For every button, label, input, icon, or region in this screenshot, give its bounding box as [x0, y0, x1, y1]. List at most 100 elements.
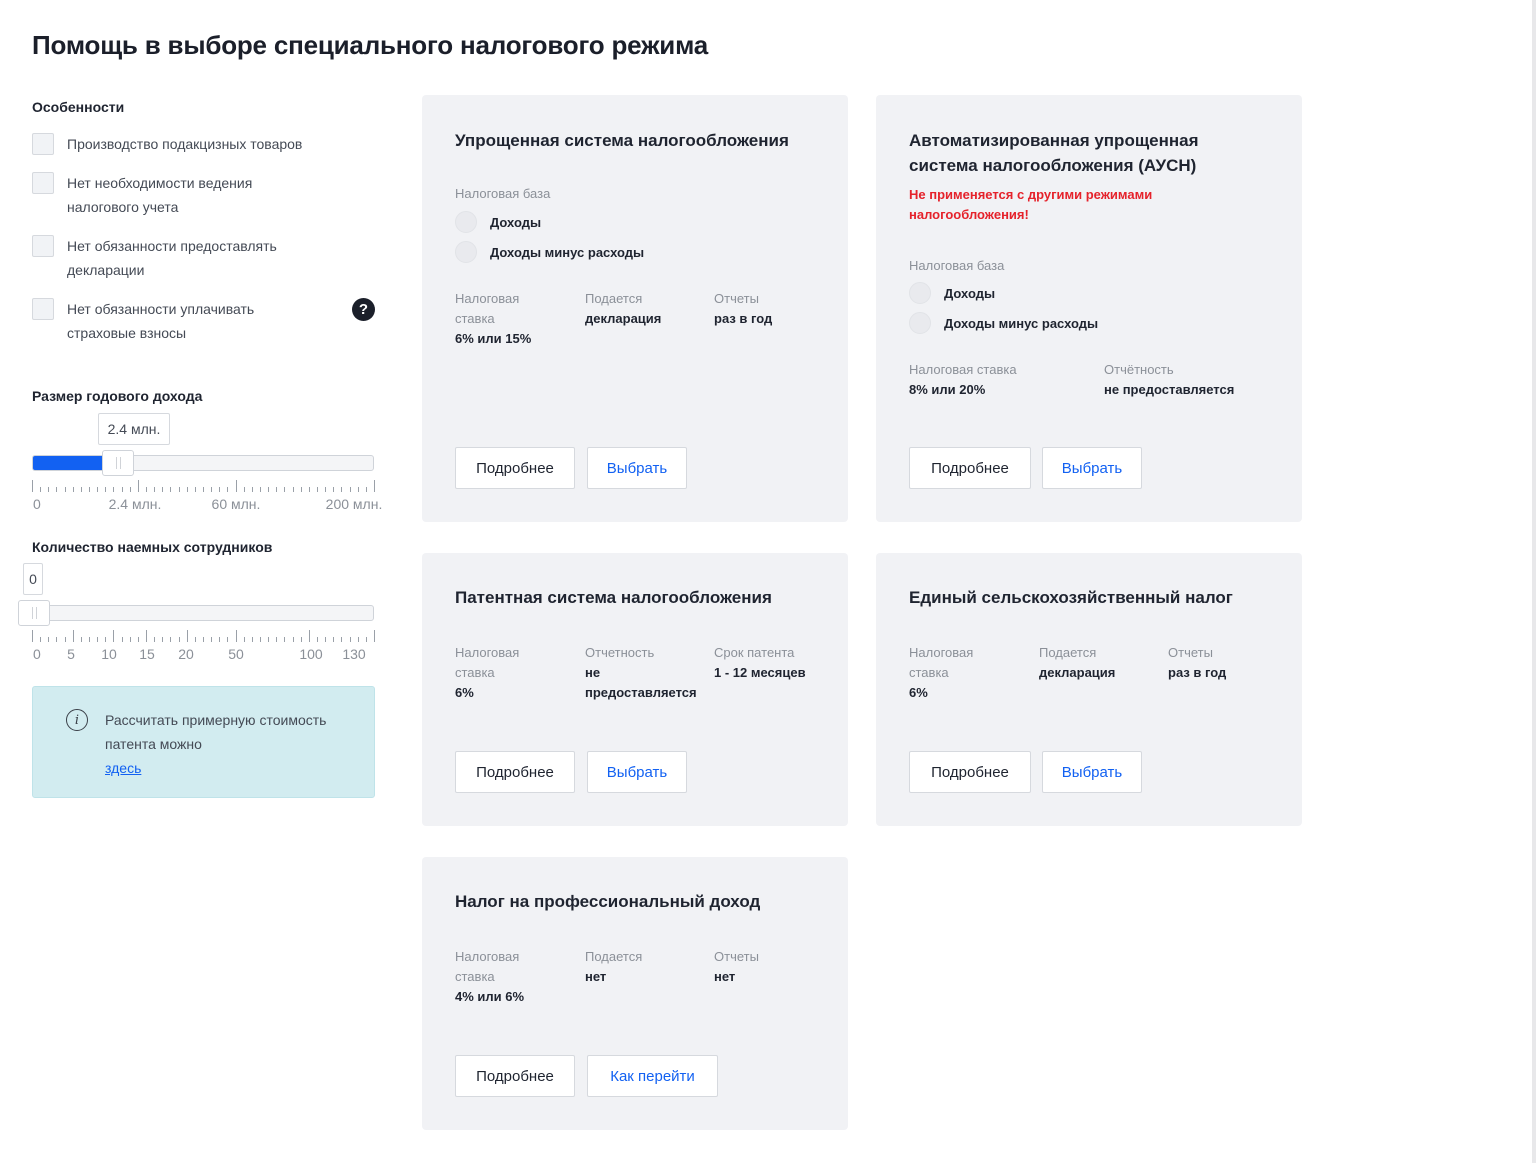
tick-mark — [219, 637, 220, 642]
tick-mark — [122, 637, 123, 642]
feature-no-insurance[interactable]: Нет обязанности уплачивать страховые взн… — [32, 298, 297, 345]
patent-calculator-link[interactable]: здесь — [105, 756, 355, 780]
option-income[interactable]: Доходы — [455, 211, 541, 233]
tick-label: 130 — [342, 646, 366, 662]
info-message: Рассчитать примерную стоимость патента м… — [105, 712, 327, 752]
tick-label: 60 млн. — [211, 496, 261, 512]
option-income-minus-expenses[interactable]: Доходы минус расходы — [455, 241, 644, 263]
tick-label: 15 — [139, 646, 155, 662]
tick-mark — [113, 487, 114, 492]
details-button[interactable]: Подробнее — [455, 447, 575, 489]
card-psn: Патентная система налогообложения Налого… — [422, 553, 848, 826]
tick-mark — [130, 487, 131, 492]
card-title: Патентная система налогообложения — [455, 588, 772, 607]
option-label: Доходы — [490, 214, 542, 230]
tick-mark — [32, 630, 33, 642]
checkbox[interactable] — [32, 298, 54, 320]
tick-mark — [81, 637, 82, 642]
employees-slider-thumb[interactable] — [18, 600, 50, 626]
checkbox[interactable] — [32, 235, 54, 257]
select-button[interactable]: Выбрать — [587, 751, 687, 793]
detail-rate: Налоговая ставка 6% или 15% — [455, 291, 532, 346]
tick-mark — [65, 637, 66, 642]
tick-label: 0 — [33, 496, 41, 512]
page-title: Помощь в выборе специального налогового … — [32, 30, 709, 60]
details-button[interactable]: Подробнее — [455, 751, 575, 793]
tick-label: 50 — [228, 646, 244, 662]
details-button[interactable]: Подробнее — [909, 751, 1031, 793]
details-button[interactable]: Подробнее — [909, 447, 1031, 489]
option-income-minus-expenses[interactable]: Доходы минус расходы — [909, 312, 1098, 334]
tick-mark — [97, 637, 98, 642]
income-slider-thumb[interactable] — [102, 450, 134, 476]
card-title: Автоматизированная упрощенная система на… — [909, 131, 1199, 175]
feature-label: Производство подакцизных товаров — [67, 136, 303, 152]
tick-mark — [309, 630, 310, 642]
tick-mark — [195, 637, 196, 642]
feature-label: Нет обязанности предоставлять декларации — [67, 238, 277, 278]
select-button[interactable]: Выбрать — [1042, 751, 1142, 793]
employees-label: Количество наемных сотрудников — [32, 539, 273, 555]
help-icon[interactable]: ? — [352, 298, 375, 321]
tick-mark — [170, 487, 171, 492]
feature-label: Нет обязанности уплачивать страховые взн… — [67, 301, 255, 341]
select-button[interactable]: Выбрать — [1042, 447, 1142, 489]
tick-mark — [203, 637, 204, 642]
tick-mark — [154, 487, 155, 492]
tick-mark — [162, 487, 163, 492]
card-title: Упрощенная система налогообложения — [455, 131, 789, 150]
tick-mark — [146, 487, 147, 492]
detail-rate: Налоговая ставка 6% — [909, 645, 974, 700]
option-label: Доходы — [944, 285, 996, 301]
feature-no-declarations[interactable]: Нет обязанности предоставлять декларации — [32, 235, 327, 282]
tick-mark — [56, 487, 57, 492]
card-title: Налог на профессиональный доход — [455, 892, 761, 911]
feature-excise[interactable]: Производство подакцизных товаров — [32, 133, 357, 156]
feature-no-accounting[interactable]: Нет необходимости ведения налогового уче… — [32, 172, 307, 219]
checkbox[interactable] — [32, 172, 54, 194]
tick-mark — [260, 637, 261, 642]
tick-mark — [333, 487, 334, 492]
tick-mark — [333, 637, 334, 642]
tick-mark — [97, 487, 98, 492]
select-button[interactable]: Выбрать — [587, 447, 687, 489]
tick-mark — [244, 487, 245, 492]
tick-mark — [40, 487, 41, 492]
card-eshn: Единый сельскохозяйственный налог Налого… — [876, 553, 1302, 826]
radio-button[interactable] — [455, 211, 477, 233]
tick-mark — [48, 487, 49, 492]
tick-mark — [358, 487, 359, 492]
tick-mark — [195, 487, 196, 492]
detail-rate: Налоговая ставка 6% — [455, 645, 520, 700]
tick-mark — [244, 637, 245, 642]
income-slider-track[interactable] — [32, 455, 374, 471]
option-income[interactable]: Доходы — [909, 282, 995, 304]
tick-label: 0 — [33, 646, 41, 662]
tick-mark — [73, 630, 74, 642]
detail-reports: Отчеты раз в год — [1168, 645, 1227, 680]
radio-button[interactable] — [909, 312, 931, 334]
tick-mark — [317, 637, 318, 642]
tick-mark — [293, 637, 294, 642]
checkbox[interactable] — [32, 133, 54, 155]
tick-mark — [252, 637, 253, 642]
tick-mark — [276, 637, 277, 642]
tick-mark — [268, 487, 269, 492]
radio-button[interactable] — [909, 282, 931, 304]
tick-label: 20 — [178, 646, 194, 662]
tick-mark — [284, 487, 285, 492]
tick-mark — [276, 487, 277, 492]
tick-mark — [105, 487, 106, 492]
employees-slider-track[interactable] — [32, 605, 374, 621]
info-icon: i — [66, 709, 88, 731]
tick-mark — [341, 637, 342, 642]
radio-button[interactable] — [455, 241, 477, 263]
details-button[interactable]: Подробнее — [455, 1055, 575, 1097]
card-usn: Упрощенная система налогообложения Налог… — [422, 95, 848, 522]
tick-label: 5 — [67, 646, 75, 662]
how-to-switch-button[interactable]: Как перейти — [587, 1055, 718, 1097]
tick-mark — [187, 630, 188, 642]
tick-label: 2.4 млн. — [108, 496, 162, 512]
feature-label: Нет необходимости ведения налогового уче… — [67, 175, 253, 215]
tick-mark — [252, 487, 253, 492]
